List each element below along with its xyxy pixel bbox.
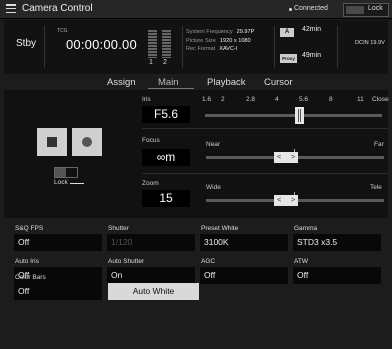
agc-field[interactable]: Off [200, 267, 288, 284]
menu-icon[interactable] [6, 4, 16, 14]
battery-a-remaining: 42min [302, 26, 322, 33]
zoom-tele-label: Tele [370, 184, 382, 191]
app-title: Camera Control [22, 3, 93, 14]
audio-level-meter: 1 2 [144, 30, 180, 68]
audio-channel-2-label: 2 [163, 59, 167, 66]
proxy-media-icon: Proxy [280, 54, 297, 63]
iris-slider-track[interactable] [205, 114, 382, 117]
system-info: System Frequency 29.97P Picture Size 1920 … [186, 28, 254, 54]
lock-toggle-button[interactable]: Lock [343, 3, 389, 17]
divider [44, 26, 45, 68]
iris-value[interactable]: F5.6 [142, 106, 190, 123]
picture-size-value: 1920 x 1080 [219, 37, 251, 44]
connection-status: Connected [294, 5, 328, 12]
status-panel: Stby TCG 00:00:00.00 1 2 System Frequenc… [4, 20, 388, 74]
focus-near-label: Near [206, 141, 221, 148]
focus-far-label: Far [374, 141, 384, 148]
iris-scale-label: Close [372, 96, 389, 103]
preset-white-label: Preset White [201, 225, 239, 232]
divider [182, 26, 183, 68]
record-button[interactable] [72, 128, 102, 156]
agc-value: Off [204, 270, 216, 280]
zoom-label: Zoom [142, 180, 159, 187]
shutter-label: Shutter [108, 225, 129, 232]
lock-label: Lock [368, 5, 383, 12]
gamma-value: STD3 x3.5 [297, 237, 338, 247]
connection-indicator-icon [289, 8, 292, 11]
iris-scale-label: 5.6 [299, 96, 309, 103]
preset-white-value: 3100K [204, 237, 229, 247]
audio-meter-channel-1 [148, 30, 157, 58]
shutter-field: 1/120 [107, 234, 195, 251]
arrow-icon [70, 183, 84, 184]
timecode-display: 00:00:00.00 [66, 37, 137, 52]
divider [142, 128, 388, 129]
iris-label: Iris [142, 96, 151, 103]
sq-fps-value: Off [18, 237, 30, 247]
rec-format-value: XAVC-I [219, 46, 238, 53]
tab-main[interactable]: Main [158, 77, 179, 88]
title-bar: Camera Control Connected Lock [0, 0, 392, 19]
auto-iris-label: Auto Iris [15, 258, 39, 265]
tab-cursor[interactable]: Cursor [264, 77, 293, 88]
gamma-label: Gamma [294, 225, 318, 232]
lock-indicator [346, 6, 364, 14]
iris-scale-label: 2.8 [246, 96, 256, 103]
atw-value: Off [297, 270, 309, 280]
system-frequency-label: System Frequency [186, 29, 233, 35]
iris-scale-label: 11 [357, 96, 364, 103]
color-bars-field[interactable]: Off [14, 283, 102, 300]
auto-shutter-value: On [111, 270, 123, 280]
battery-a-icon: A [280, 28, 294, 37]
record-lock-switch[interactable] [54, 167, 78, 178]
zoom-value[interactable]: 15 [142, 190, 190, 207]
iris-scale-label: 8 [329, 96, 333, 103]
divider [142, 173, 388, 174]
divider [274, 26, 275, 68]
stop-icon [47, 137, 57, 147]
auto-white-button[interactable]: Auto White [108, 283, 199, 300]
focus-slider-handle[interactable]: < > [274, 152, 299, 163]
proxy-remaining: 49min [302, 52, 322, 59]
zoom-slider-handle[interactable]: < > [274, 195, 299, 206]
atw-field[interactable]: Off [293, 267, 381, 284]
active-tab-indicator [148, 88, 194, 89]
rec-format-label: Rec Format [186, 46, 216, 53]
auto-shutter-field[interactable]: On [107, 267, 195, 284]
system-frequency-value: 29.97P [236, 29, 255, 35]
preset-white-field[interactable]: 3100K [200, 234, 288, 251]
iris-slider-handle[interactable] [295, 107, 305, 124]
dc-input-voltage: DCIN 19.9V [355, 40, 385, 46]
atw-label: ATW [294, 258, 308, 265]
divider [337, 26, 338, 68]
sq-fps-label: S&Q FPS [15, 225, 44, 232]
gamma-field[interactable]: STD3 x3.5 [293, 234, 381, 251]
iris-scale-label: 4 [275, 96, 279, 103]
iris-scale-label: 1.6 [202, 96, 212, 103]
record-lock-label: Lock [54, 179, 68, 186]
audio-meter-channel-2 [162, 30, 171, 58]
iris-scale: 1.6 2 2.8 4 5.6 8 11 Close [202, 96, 389, 104]
agc-label: AGC [201, 258, 216, 265]
sq-fps-field[interactable]: Off [14, 234, 102, 251]
focus-value[interactable]: ∞m [142, 149, 190, 166]
timecode-label: TCG [57, 28, 68, 34]
record-icon [82, 137, 92, 147]
zoom-wide-label: Wide [206, 184, 221, 191]
record-state: Stby [16, 38, 37, 49]
shutter-value: 1/120 [111, 237, 133, 247]
color-bars-value: Off [18, 286, 30, 296]
picture-size-label: Picture Size [186, 37, 216, 44]
color-bars-label: Color Bars [15, 274, 46, 281]
stop-button[interactable] [37, 128, 67, 156]
iris-scale-label: 2 [221, 96, 225, 103]
audio-channel-1-label: 1 [149, 59, 153, 66]
focus-label: Focus [142, 137, 160, 144]
auto-shutter-label: Auto Shutter [108, 258, 145, 265]
lens-control-panel: Lock Iris F5.6 1.6 2 2.8 4 5.6 8 11 Close Focus… [4, 90, 389, 218]
tab-assign[interactable]: Assign [107, 77, 136, 88]
tab-playback[interactable]: Playback [207, 77, 246, 88]
